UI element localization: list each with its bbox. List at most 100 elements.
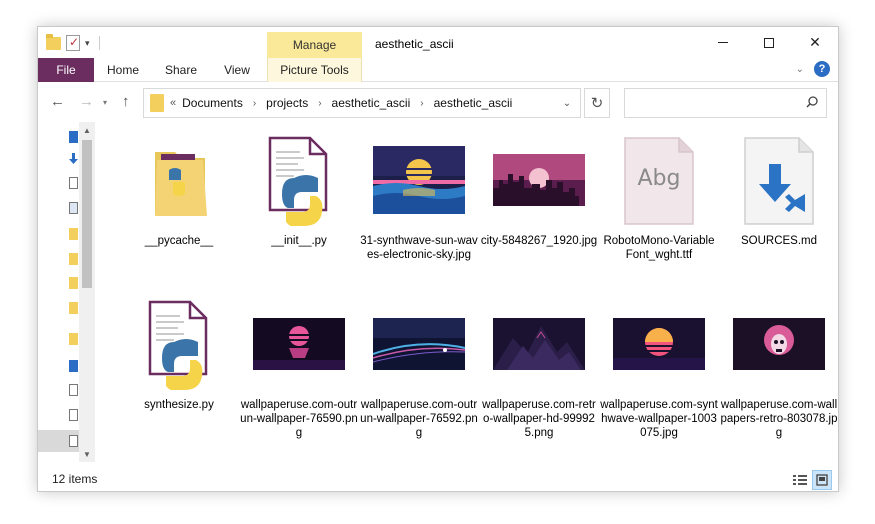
retro-skull-image xyxy=(733,318,825,370)
file-name: synthesize.py xyxy=(144,399,214,411)
folder-icon[interactable] xyxy=(69,302,78,314)
navigation-bar: ← → ▾ ↑ « Documents › projects › aesthet… xyxy=(38,82,838,122)
synthwave-image xyxy=(373,146,465,214)
vscode-markdown-icon xyxy=(744,137,814,225)
file-name: city-5848267_1920.jpg xyxy=(480,235,598,247)
outrun-image xyxy=(253,318,345,370)
file-name: SOURCES.md xyxy=(740,235,818,247)
tab-picture-tools[interactable]: Picture Tools xyxy=(267,58,362,82)
ribbon-tabs: File Home Share View Picture Tools ⌄ ? xyxy=(38,58,838,82)
customize-toolbar-icon[interactable]: ▾ xyxy=(85,38,90,49)
file-list: __pycache__ __init__.py 31-synthwave-sun… xyxy=(98,122,838,467)
expand-ribbon-icon[interactable]: ⌄ xyxy=(796,64,804,75)
folder-icon xyxy=(150,94,164,112)
image-thumbnail xyxy=(360,130,478,230)
breadcrumb: « Documents › projects › aesthetic_ascii… xyxy=(170,96,512,110)
markdown-thumbnail xyxy=(720,130,838,230)
large-icons-view-icon xyxy=(816,474,828,486)
chevron-right-icon[interactable]: › xyxy=(318,98,321,109)
quick-access-toolbar: ▾ xyxy=(46,33,100,53)
image-thumbnail xyxy=(360,294,478,394)
up-arrow-icon[interactable]: ↑ xyxy=(122,93,130,110)
address-history-dropdown[interactable]: ⌄ xyxy=(554,89,580,117)
this-pc-icon[interactable] xyxy=(69,360,78,372)
close-icon: ✕ xyxy=(809,34,821,50)
downloads-icon[interactable] xyxy=(69,153,78,165)
folder-thumbnail xyxy=(120,130,238,230)
synthwave-sun-image xyxy=(613,318,705,370)
breadcrumb-documents[interactable]: Documents xyxy=(182,96,243,110)
recent-locations-icon[interactable]: ▾ xyxy=(103,98,107,107)
city-image xyxy=(493,154,585,206)
document-icon[interactable] xyxy=(69,409,78,421)
explorer-window: ▾ Manage aesthetic_ascii ✕ File Home Sha… xyxy=(37,26,839,492)
folder-icon[interactable] xyxy=(69,277,78,289)
python-file-thumbnail xyxy=(120,294,238,394)
image-thumbnail xyxy=(480,294,598,394)
scrollbar-thumb[interactable] xyxy=(82,140,92,288)
forward-arrow-icon[interactable]: → xyxy=(79,93,94,110)
documents-icon[interactable] xyxy=(69,177,78,189)
properties-icon[interactable] xyxy=(66,35,80,51)
refresh-icon: ↻ xyxy=(590,95,604,112)
minimize-button[interactable] xyxy=(700,27,746,58)
python-folder-icon xyxy=(155,152,207,216)
folder-icon[interactable] xyxy=(69,228,78,240)
item-count: 12 items xyxy=(52,472,98,486)
file-name: wallpaperuse.com-retro-wallpaper-hd-9999… xyxy=(482,399,596,439)
manage-context-tab[interactable]: Manage xyxy=(267,32,362,58)
creative-cloud-folder-icon[interactable] xyxy=(69,333,78,345)
back-arrow-icon[interactable]: ← xyxy=(50,93,65,110)
breadcrumb-overflow[interactable]: « xyxy=(170,97,176,109)
ribbon-right-controls: ⌄ ? xyxy=(796,61,830,77)
help-icon[interactable]: ? xyxy=(814,61,830,77)
maximize-icon xyxy=(764,37,774,48)
document-icon[interactable] xyxy=(69,384,78,396)
python-file-icon xyxy=(268,136,328,226)
tab-share[interactable]: Share xyxy=(156,58,206,82)
file-name: wallpaperuse.com-synthwave-wallpaper-100… xyxy=(600,399,718,439)
file-name: wallpaperuse.com-wallpapers-retro-803078… xyxy=(720,399,838,439)
font-preview: Abg xyxy=(637,166,681,191)
large-icons-view-button[interactable] xyxy=(812,470,832,490)
image-thumbnail xyxy=(720,294,838,394)
image-thumbnail xyxy=(240,294,358,394)
scroll-up-icon[interactable]: ▲ xyxy=(79,122,95,138)
tab-view[interactable]: View xyxy=(212,58,262,82)
toolbar-divider xyxy=(98,36,100,50)
breadcrumb-aesthetic-ascii-parent[interactable]: aesthetic_ascii xyxy=(332,96,411,110)
address-bar[interactable]: « Documents › projects › aesthetic_ascii… xyxy=(143,88,581,118)
folder-icon[interactable] xyxy=(69,253,78,265)
file-name: 31-synthwave-sun-waves-electronic-sky.jp… xyxy=(360,235,478,261)
status-bar: 12 items xyxy=(38,467,838,491)
search-input[interactable] xyxy=(624,88,827,118)
retro-mountains-image xyxy=(493,318,585,370)
document-icon[interactable] xyxy=(69,435,78,447)
chevron-right-icon[interactable]: › xyxy=(253,98,256,109)
tab-home[interactable]: Home xyxy=(98,58,148,82)
scroll-down-icon[interactable]: ▼ xyxy=(79,446,95,462)
window-controls: ✕ xyxy=(700,27,838,58)
folder-icon[interactable] xyxy=(46,33,61,50)
minimize-icon xyxy=(718,42,728,43)
tab-file[interactable]: File xyxy=(38,58,94,82)
maximize-button[interactable] xyxy=(746,27,792,58)
breadcrumb-aesthetic-ascii-current[interactable]: aesthetic_ascii xyxy=(434,96,513,110)
image-thumbnail xyxy=(480,130,598,230)
image-thumbnail xyxy=(600,294,718,394)
chevron-right-icon[interactable]: › xyxy=(420,98,423,109)
outrun-road-image xyxy=(373,318,465,370)
python-file-icon xyxy=(148,300,208,390)
pictures-icon[interactable] xyxy=(69,202,78,214)
refresh-button[interactable]: ↻ xyxy=(584,88,610,118)
nav-scrollbar[interactable]: ▲ ▼ xyxy=(79,122,95,462)
file-name: __pycache__ xyxy=(144,235,214,247)
font-thumbnail: Abg xyxy=(600,130,718,230)
close-button[interactable]: ✕ xyxy=(792,27,838,58)
search-icon xyxy=(806,96,818,108)
navigation-pane: ▲ ▼ xyxy=(38,122,95,462)
quick-access-icon[interactable] xyxy=(69,131,78,143)
details-view-button[interactable] xyxy=(790,470,810,490)
python-file-thumbnail xyxy=(240,130,358,230)
breadcrumb-projects[interactable]: projects xyxy=(266,96,308,110)
